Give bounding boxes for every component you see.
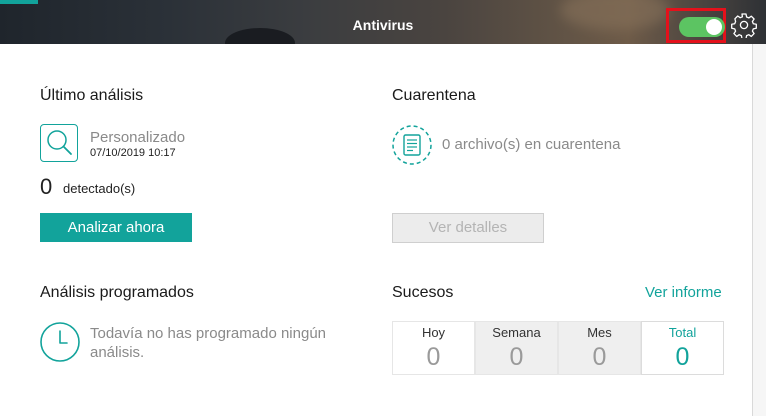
- stat-label: Total: [668, 325, 697, 340]
- toggle-knob: [706, 19, 722, 35]
- stat-label: Hoy: [421, 325, 446, 340]
- stat-week[interactable]: Semana 0: [475, 321, 558, 375]
- stat-label: Semana: [492, 325, 541, 340]
- settings-gear-icon[interactable]: [731, 12, 757, 38]
- antivirus-toggle-highlight: [666, 8, 726, 43]
- scan-search-icon: [40, 124, 78, 162]
- stat-total[interactable]: Total 0: [641, 321, 724, 375]
- events-stats: Hoy 0 Semana 0 Mes 0 Total 0: [392, 321, 724, 375]
- view-details-button[interactable]: Ver detalles: [392, 213, 544, 243]
- stat-month[interactable]: Mes 0: [558, 321, 641, 375]
- view-report-link[interactable]: Ver informe: [645, 284, 722, 301]
- scrollbar[interactable]: [753, 44, 766, 416]
- clock-icon: [40, 322, 80, 362]
- stat-value: 0: [675, 343, 690, 371]
- no-scheduled-line2: análisis.: [90, 344, 145, 361]
- stat-today[interactable]: Hoy 0: [392, 321, 475, 375]
- scan-now-button[interactable]: Analizar ahora: [40, 213, 192, 242]
- stat-value: 0: [426, 343, 441, 371]
- antivirus-toggle[interactable]: [679, 17, 725, 37]
- scheduled-scans-heading: Análisis programados: [40, 284, 194, 301]
- title-bar: Antivirus: [0, 0, 766, 44]
- no-scheduled-scans-message: Todavía no has programado ningún análisi…: [90, 324, 326, 362]
- last-scan-heading: Último análisis: [40, 87, 144, 104]
- quarantine-summary: 0 archivo(s) en cuarentena: [442, 136, 621, 153]
- stat-value: 0: [592, 343, 607, 371]
- last-scan-date: 07/10/2019 10:17: [90, 147, 176, 159]
- events-heading: Sucesos: [392, 284, 454, 301]
- stat-value: 0: [509, 343, 524, 371]
- detected-label: detectado(s): [63, 181, 136, 196]
- detected-count: 0: [40, 174, 53, 199]
- stat-label: Mes: [587, 325, 612, 340]
- quarantine-heading: Cuarentena: [392, 87, 476, 104]
- no-scheduled-line1: Todavía no has programado ningún: [90, 325, 327, 342]
- quarantine-document-icon: [392, 125, 432, 165]
- page-title: Antivirus: [352, 17, 414, 33]
- last-scan-type: Personalizado: [90, 129, 186, 146]
